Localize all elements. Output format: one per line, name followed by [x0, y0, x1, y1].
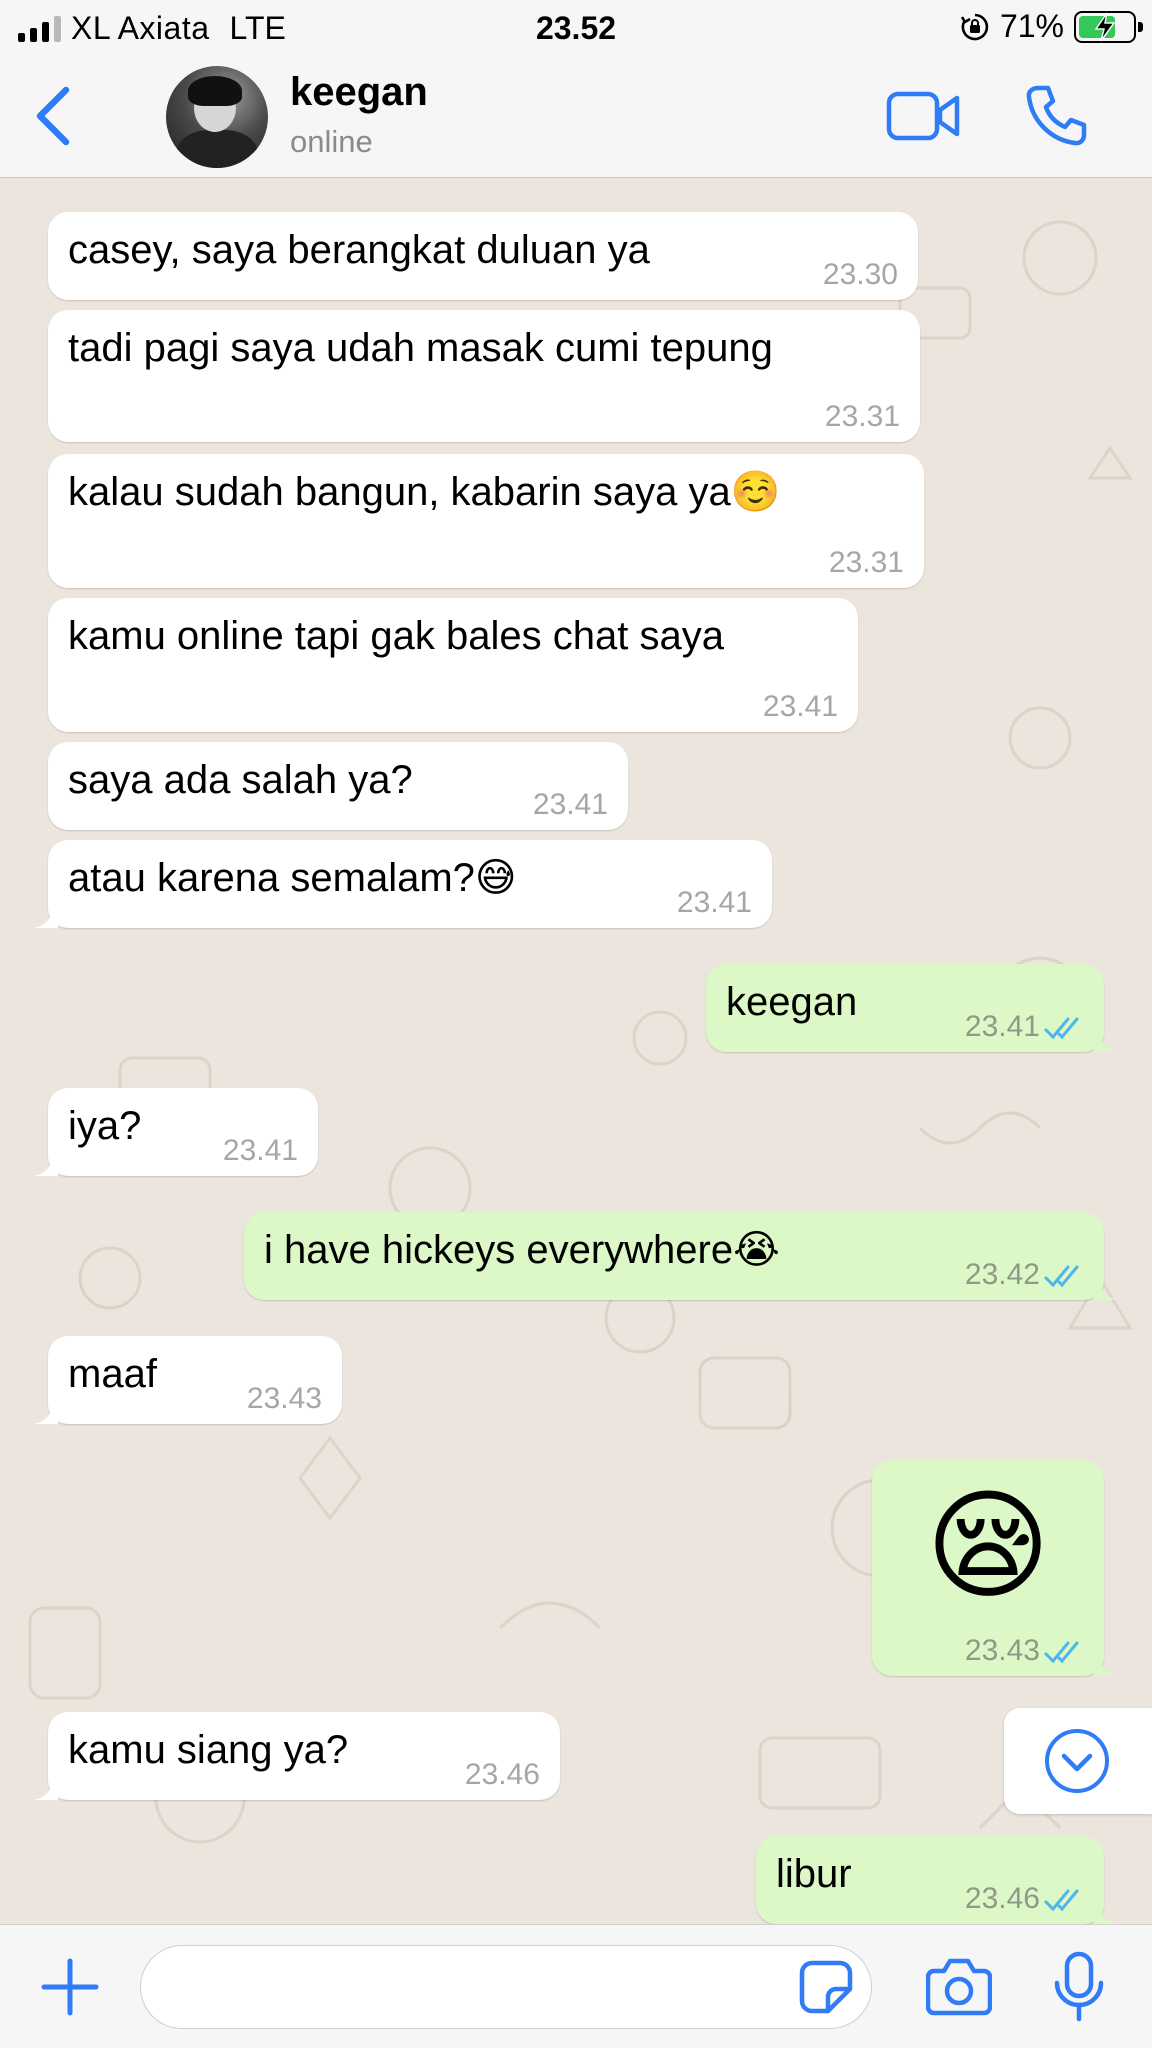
message-bubble-outgoing[interactable]: keegan 23.41 — [706, 964, 1118, 1052]
message-text: maaf — [68, 1352, 157, 1396]
voice-call-button[interactable] — [1024, 84, 1088, 148]
message-time: 23.43 — [964, 1634, 1040, 1667]
chevron-down-circle-icon — [1045, 1729, 1109, 1793]
message-composer — [0, 1924, 1152, 2048]
back-button[interactable] — [26, 84, 82, 148]
message-text: kamu online tapi gak bales chat saya — [68, 614, 724, 658]
read-receipt-icon — [1044, 1889, 1079, 1912]
message-time: 23.43 — [246, 1382, 322, 1415]
message-bubble-incoming[interactable]: atau karena semalam?😅 23.41 — [34, 840, 772, 928]
avatar[interactable] — [166, 66, 268, 168]
bubble-tail — [1094, 1030, 1118, 1052]
contact-name[interactable]: keegan — [290, 70, 428, 115]
message-time: 23.41 — [676, 886, 752, 919]
message-time: 23.41 — [222, 1134, 298, 1167]
battery-percent: 71% — [999, 8, 1064, 44]
sticker-button[interactable] — [798, 1959, 854, 2015]
message-bubble-incoming[interactable]: kamu siang ya? 23.46 — [34, 1712, 560, 1800]
read-receipt-icon — [1044, 1641, 1079, 1664]
message-time: 23.46 — [464, 1758, 540, 1791]
contact-status: online — [290, 124, 373, 159]
orientation-lock-icon — [960, 13, 989, 40]
message-text: saya ada salah ya? — [68, 758, 413, 802]
charging-bolt-icon — [1094, 12, 1116, 41]
message-text: atau karena semalam?😅 — [68, 856, 517, 900]
message-time: 23.46 — [964, 1882, 1040, 1915]
message-time: 23.42 — [964, 1258, 1040, 1291]
bubble-tail — [1094, 1902, 1118, 1924]
scroll-to-bottom-button[interactable] — [1004, 1708, 1152, 1814]
message-input[interactable] — [140, 1945, 872, 2029]
video-call-button[interactable] — [886, 88, 960, 144]
message-time: 23.30 — [822, 258, 898, 291]
chat-header: keegan online — [0, 58, 1152, 178]
message-bubble-incoming[interactable]: kamu online tapi gak bales chat saya 23.… — [48, 598, 858, 732]
message-text: keegan — [726, 980, 858, 1024]
message-bubble-outgoing[interactable]: i have hickeys everywhere😭 23.42 — [244, 1212, 1118, 1300]
battery-cap — [1138, 21, 1143, 32]
message-text: i have hickeys everywhere😭 — [264, 1228, 780, 1272]
status-bar: XL Axiata LTE 23.52 71% — [0, 0, 1152, 58]
bubble-tail — [34, 906, 58, 928]
chat-area[interactable]: casey, saya berangkat duluan ya 23.30 ta… — [0, 178, 1152, 1924]
message-text: iya? — [68, 1104, 142, 1148]
message-time: 23.41 — [762, 690, 838, 723]
message-bubble-outgoing[interactable]: 😪 23.43 — [872, 1460, 1118, 1676]
message-bubble-outgoing[interactable]: libur 23.46 — [756, 1836, 1118, 1924]
message-text: kamu siang ya? — [68, 1728, 349, 1772]
bubble-tail — [34, 1402, 58, 1424]
message-bubble-incoming[interactable]: iya? 23.41 — [34, 1088, 318, 1176]
message-time: 23.31 — [828, 546, 904, 579]
message-text: kalau sudah bangun, kabarin saya ya☺️ — [68, 470, 781, 514]
message-bubble-incoming[interactable]: maaf 23.43 — [34, 1336, 342, 1424]
message-time: 23.31 — [824, 400, 900, 433]
message-bubble-incoming[interactable]: kalau sudah bangun, kabarin saya ya☺️ 23… — [48, 454, 924, 588]
bubble-tail — [1094, 1654, 1118, 1676]
message-time: 23.41 — [964, 1010, 1040, 1043]
message-text: tadi pagi saya udah masak cumi tepung — [68, 326, 773, 370]
camera-button[interactable] — [926, 1955, 992, 2017]
bubble-tail — [34, 1154, 58, 1176]
message-bubble-incoming[interactable]: tadi pagi saya udah masak cumi tepung 23… — [48, 310, 920, 442]
read-receipt-icon — [1044, 1017, 1079, 1040]
microphone-button[interactable] — [1052, 1951, 1106, 2023]
message-text: casey, saya berangkat duluan ya — [68, 228, 650, 272]
attach-plus-button[interactable] — [38, 1955, 102, 2019]
message-text: libur — [776, 1852, 852, 1896]
read-receipt-icon — [1044, 1265, 1079, 1288]
bubble-tail — [1094, 1278, 1118, 1300]
emoji-message: 😪 — [925, 1479, 1051, 1613]
bubble-tail — [34, 1778, 58, 1800]
message-bubble-incoming[interactable]: saya ada salah ya? 23.41 — [48, 742, 628, 830]
message-bubble-incoming[interactable]: casey, saya berangkat duluan ya 23.30 — [48, 212, 918, 300]
battery-icon — [1074, 10, 1143, 43]
message-time: 23.41 — [532, 788, 608, 821]
status-right: 71% — [960, 8, 1143, 45]
